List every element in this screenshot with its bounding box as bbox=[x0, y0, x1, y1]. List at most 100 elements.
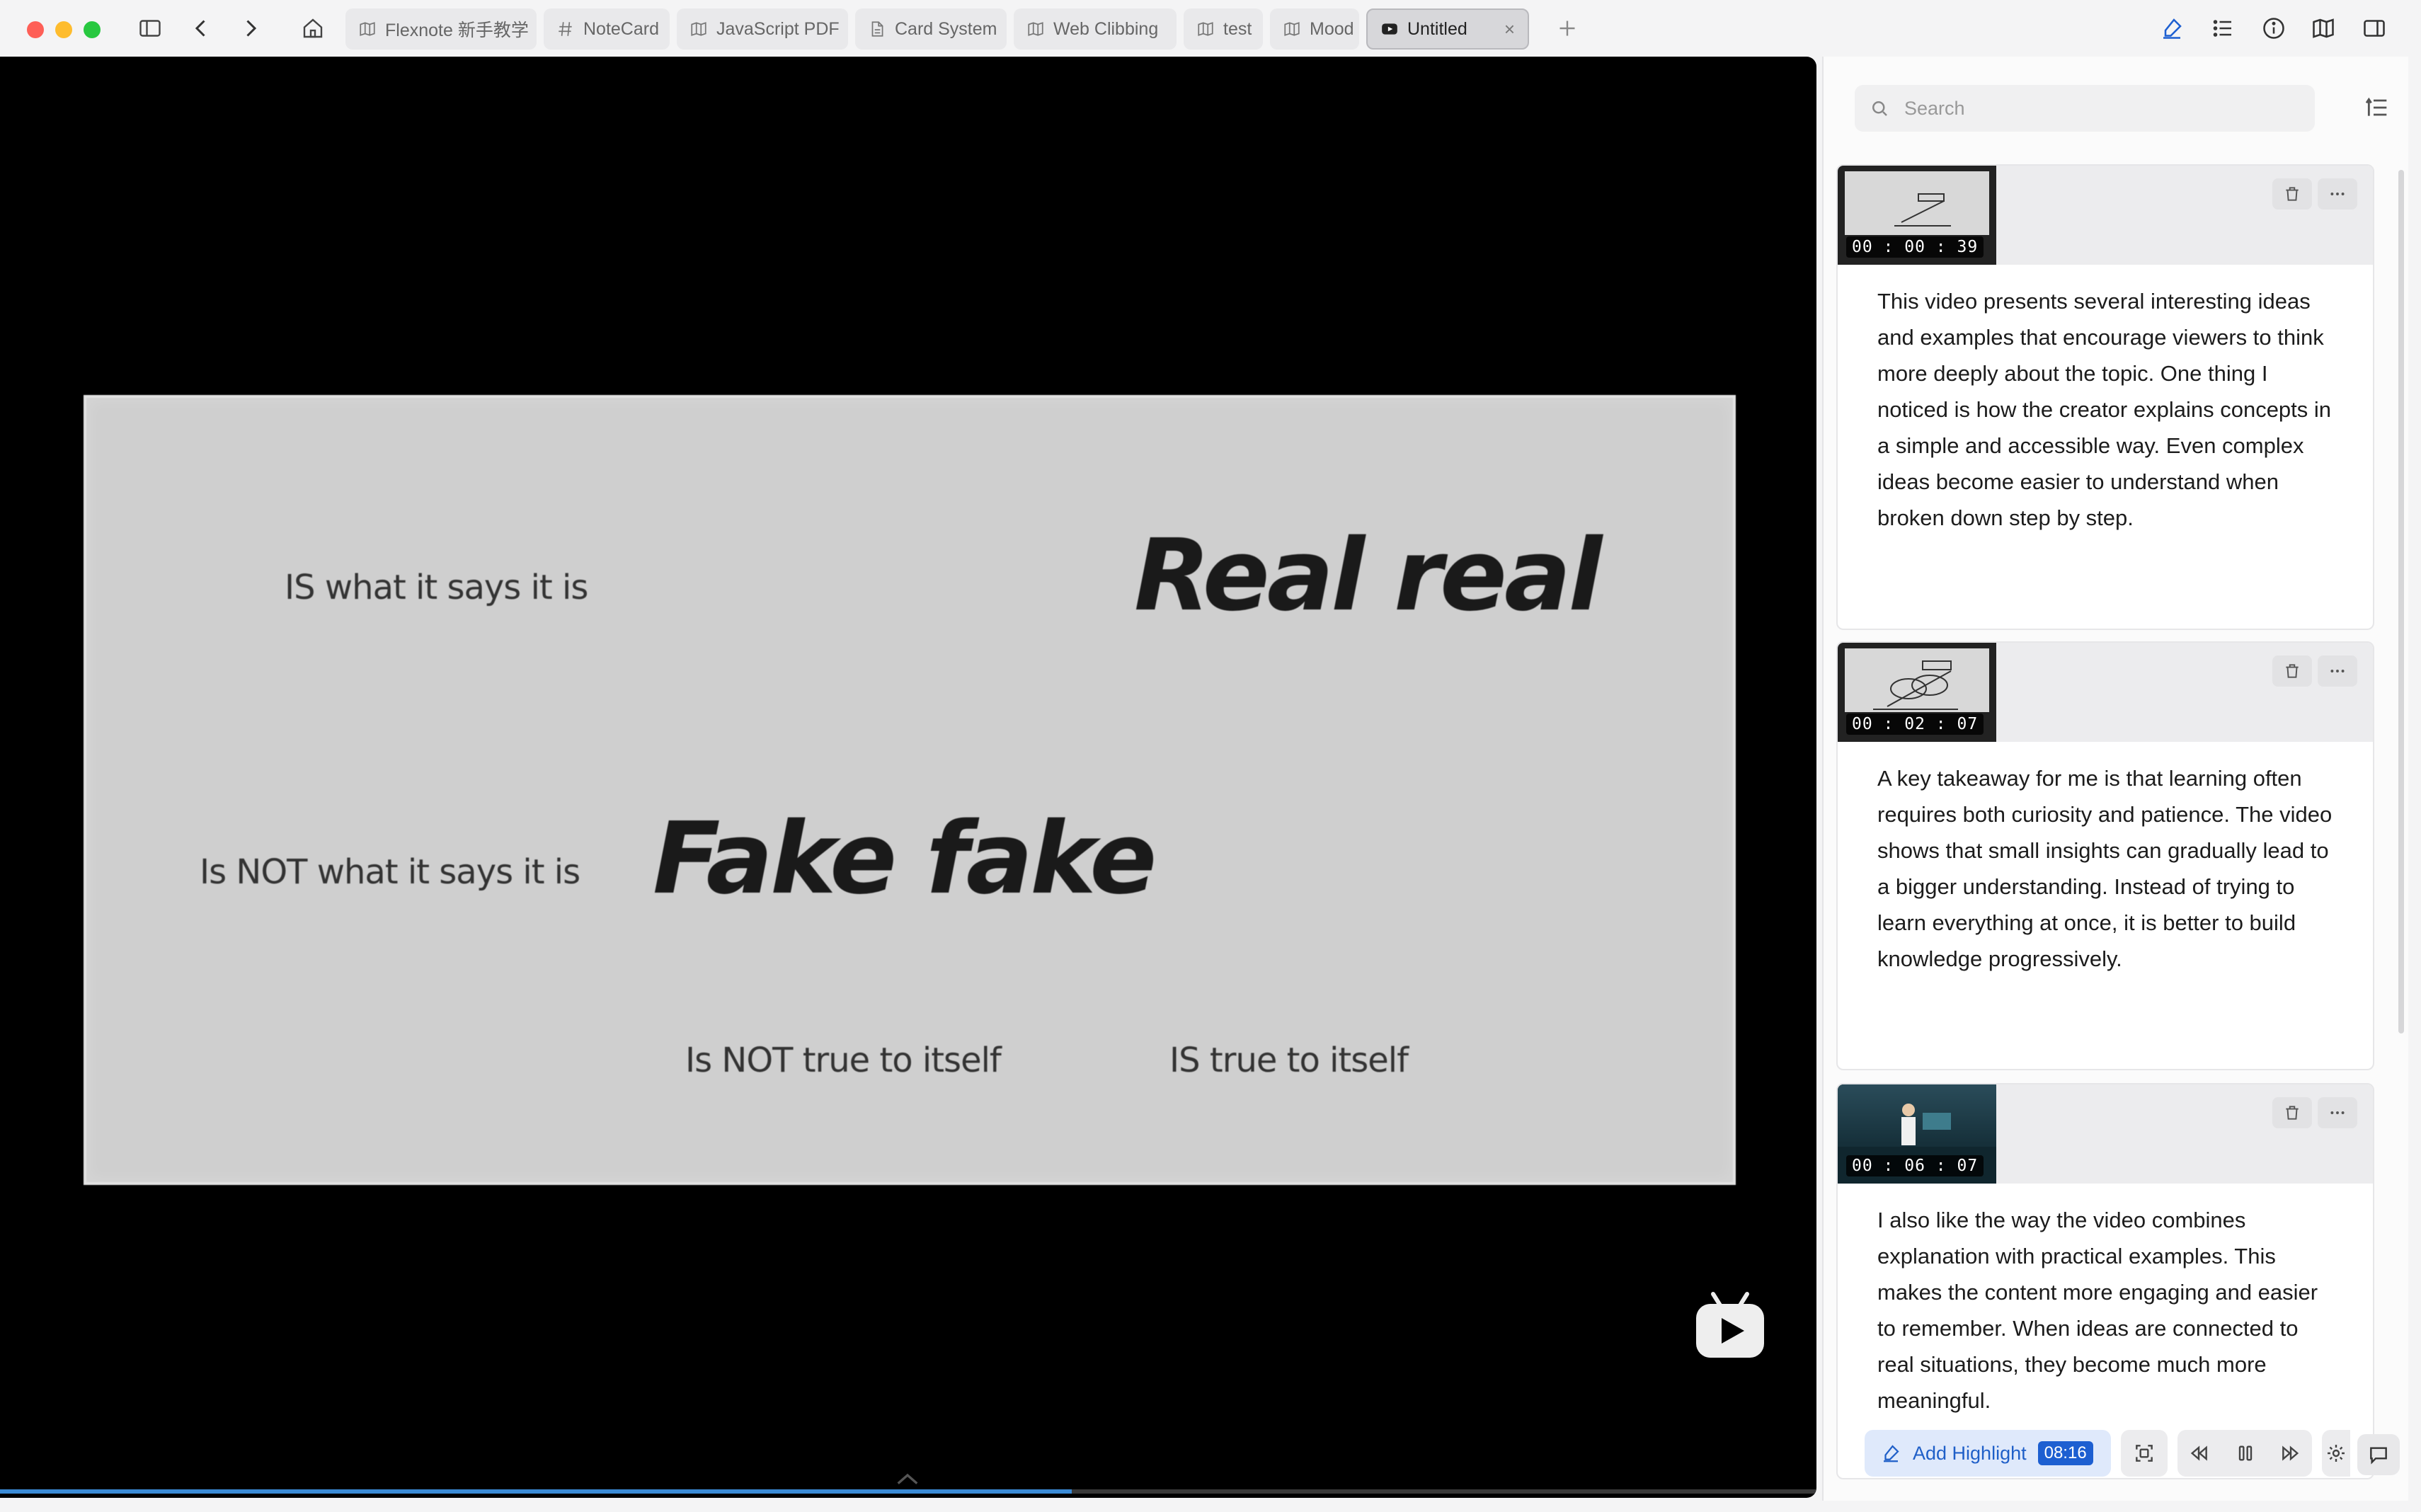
highlight-note[interactable]: A key takeaway for me is that learning o… bbox=[1838, 742, 2373, 977]
screenshot-icon bbox=[2136, 1445, 2153, 1462]
chat-icon bbox=[2370, 1447, 2387, 1465]
list-icon[interactable] bbox=[2206, 11, 2240, 45]
info-icon[interactable] bbox=[2257, 11, 2291, 45]
slide-text: Is NOT true to itself bbox=[685, 1041, 1002, 1080]
tab-label: JavaScript PDF bbox=[716, 18, 840, 39]
new-tab-button[interactable] bbox=[1550, 11, 1584, 45]
highlight-card[interactable]: 00 : 02 : 07 A key takeaway for me is th… bbox=[1836, 641, 2374, 1070]
delete-button[interactable] bbox=[2272, 178, 2312, 210]
map-icon bbox=[1198, 22, 1213, 36]
highlight-card[interactable]: 00 : 00 : 39 This video presents several… bbox=[1836, 164, 2374, 630]
tab-notecard[interactable]: NoteCard bbox=[544, 8, 670, 50]
rewind-icon[interactable] bbox=[2187, 1442, 2210, 1465]
search-input[interactable] bbox=[1903, 96, 2302, 120]
tab-label: Web Clibbing bbox=[1053, 18, 1159, 39]
tab-mood[interactable]: Mood bbox=[1270, 8, 1359, 50]
timestamp-badge: 00 : 02 : 07 bbox=[1846, 714, 1984, 735]
sidebar-toggle-icon[interactable] bbox=[133, 11, 167, 45]
transport-group bbox=[2177, 1430, 2312, 1477]
right-panel-toggle-icon[interactable] bbox=[2357, 11, 2391, 45]
more-options-button[interactable] bbox=[2318, 178, 2357, 210]
slide-text: Is NOT what it says it is bbox=[200, 852, 580, 892]
close-tab-icon[interactable]: × bbox=[1504, 18, 1515, 40]
highlight-header: 00 : 06 : 07 bbox=[1838, 1084, 2373, 1184]
slide-text: IS true to itself bbox=[1169, 1041, 1409, 1080]
more-options-button[interactable] bbox=[2318, 1097, 2357, 1128]
search-box[interactable] bbox=[1855, 85, 2315, 132]
plus-icon bbox=[1559, 21, 1575, 36]
document-icon bbox=[871, 21, 883, 37]
search-icon bbox=[1872, 101, 1887, 116]
delete-button[interactable] bbox=[2272, 1097, 2312, 1128]
hash-icon bbox=[559, 22, 572, 36]
chat-button[interactable] bbox=[2357, 1434, 2400, 1475]
video-progress-bar[interactable] bbox=[0, 1489, 1816, 1494]
settings-button[interactable] bbox=[2322, 1430, 2350, 1477]
highlight-note[interactable]: I also like the way the video combines e… bbox=[1838, 1184, 2373, 1419]
fast-forward-icon[interactable] bbox=[2279, 1442, 2302, 1465]
timestamp-badge: 00 : 06 : 07 bbox=[1846, 1155, 1984, 1176]
more-icon bbox=[2330, 193, 2345, 195]
trash-icon bbox=[2286, 664, 2299, 678]
forward-icon[interactable] bbox=[234, 11, 268, 45]
map-icon bbox=[1028, 22, 1043, 36]
slide-text: IS what it says it is bbox=[285, 568, 588, 607]
back-icon[interactable] bbox=[184, 11, 218, 45]
close-window-button[interactable] bbox=[27, 21, 44, 38]
highlight-thumbnail[interactable]: 00 : 00 : 39 bbox=[1838, 166, 1996, 265]
highlighter-icon bbox=[1884, 1445, 1899, 1462]
tab-flexnote[interactable]: Flexnote 新手教学 bbox=[345, 8, 537, 50]
video-progress-fill bbox=[0, 1489, 1072, 1494]
highlight-thumbnail[interactable]: 00 : 02 : 07 bbox=[1838, 643, 1996, 742]
tab-label: Mood bbox=[1310, 18, 1354, 39]
more-icon bbox=[2330, 670, 2345, 672]
gear-icon bbox=[2328, 1445, 2345, 1462]
map-view-icon[interactable] bbox=[2306, 11, 2340, 45]
chevron-up-icon[interactable] bbox=[893, 1468, 922, 1489]
highlight-header: 00 : 00 : 39 bbox=[1838, 166, 2373, 265]
map-icon bbox=[1284, 22, 1300, 36]
tab-card-system[interactable]: Card System bbox=[855, 8, 1007, 50]
highlighter-icon[interactable] bbox=[2155, 11, 2189, 45]
add-highlight-label: Add Highlight bbox=[1913, 1442, 2027, 1464]
tab-test[interactable]: test bbox=[1184, 8, 1263, 50]
highlight-header: 00 : 02 : 07 bbox=[1838, 643, 2373, 742]
sort-icon[interactable] bbox=[2363, 93, 2391, 122]
video-icon bbox=[1382, 23, 1397, 35]
minimize-window-button[interactable] bbox=[55, 21, 72, 38]
highlight-card[interactable]: 00 : 06 : 07 I also like the way the vid… bbox=[1836, 1083, 2374, 1479]
timestamp-badge: 00 : 00 : 39 bbox=[1846, 236, 1984, 258]
more-options-button[interactable] bbox=[2318, 655, 2357, 687]
trash-icon bbox=[2286, 1106, 2299, 1120]
scrollbar[interactable] bbox=[2398, 170, 2404, 1033]
tab-label: Flexnote 新手教学 bbox=[385, 21, 529, 40]
tab-label: Card System bbox=[895, 18, 997, 39]
video-player[interactable]: IS what it says it is Real real Is NOT w… bbox=[0, 57, 1816, 1498]
trash-icon bbox=[2286, 187, 2299, 201]
highlights-panel: 00 : 00 : 39 This video presents several… bbox=[1822, 57, 2408, 1501]
tab-untitled[interactable]: Untitled × bbox=[1366, 8, 1529, 50]
tab-label: test bbox=[1223, 18, 1252, 39]
home-icon[interactable] bbox=[296, 11, 330, 45]
slide-text: Real real bbox=[1134, 518, 1602, 634]
zoom-window-button[interactable] bbox=[84, 21, 101, 38]
tab-web-clibbing[interactable]: Web Clibbing bbox=[1014, 8, 1177, 50]
map-icon bbox=[360, 22, 375, 36]
playback-controls: Add Highlight 08:16 bbox=[1822, 1423, 2421, 1487]
pause-icon[interactable] bbox=[2234, 1442, 2257, 1465]
screenshot-button[interactable] bbox=[2121, 1430, 2168, 1477]
tab-javascript-pdf[interactable]: JavaScript PDF bbox=[677, 8, 848, 50]
highlight-note[interactable]: This video presents several interesting … bbox=[1838, 265, 2373, 536]
title-bar: Flexnote 新手教学 NoteCard JavaScript PDF Ca… bbox=[0, 0, 2421, 57]
map-icon bbox=[691, 22, 706, 36]
more-icon bbox=[2330, 1111, 2345, 1114]
highlight-thumbnail[interactable]: 00 : 06 : 07 bbox=[1838, 1084, 1996, 1184]
add-highlight-button[interactable]: Add Highlight 08:16 bbox=[1865, 1430, 2111, 1477]
tab-label: NoteCard bbox=[583, 18, 659, 39]
current-time-badge: 08:16 bbox=[2037, 1441, 2093, 1465]
video-platform-play-icon[interactable] bbox=[1693, 1288, 1767, 1362]
slide-text: Fake fake bbox=[653, 801, 1157, 917]
tab-label: Untitled bbox=[1407, 18, 1467, 39]
delete-button[interactable] bbox=[2272, 655, 2312, 687]
video-frame: IS what it says it is Real real Is NOT w… bbox=[84, 395, 1736, 1185]
